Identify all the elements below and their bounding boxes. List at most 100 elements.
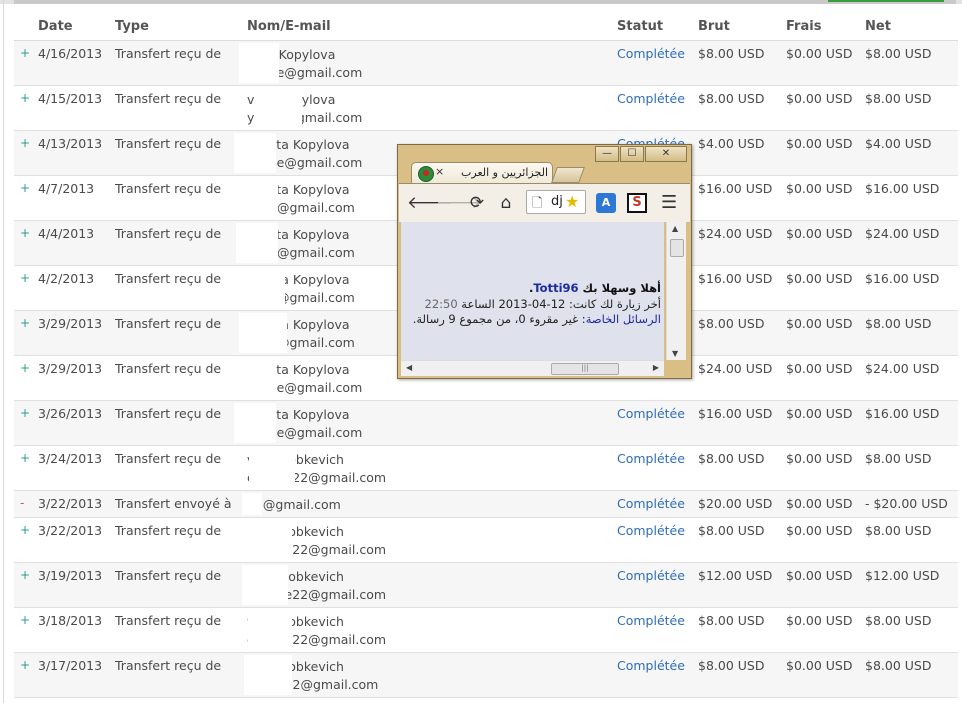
redaction-mask xyxy=(239,43,279,83)
table-row[interactable]: +3/22/2013 Transfert reçu de veta Dobkevic… xyxy=(14,518,958,563)
page-icon: 🗋 xyxy=(532,196,543,211)
minimize-button[interactable]: — xyxy=(595,146,619,162)
scroll-right-icon[interactable]: ▶ xyxy=(653,363,659,372)
table-row[interactable]: +3/17/2013 Transfert reçu de veta Dobkevic… xyxy=(14,653,958,698)
expand-toggle[interactable]: + xyxy=(20,226,30,240)
fee-cell: $0.00 USD xyxy=(786,91,853,106)
address-text: dj xyxy=(551,194,563,209)
date-cell: 4/7/2013 xyxy=(38,181,95,196)
status-link[interactable]: Complétée xyxy=(617,523,685,538)
header-type[interactable]: Type xyxy=(115,19,149,34)
expand-toggle[interactable]: + xyxy=(20,316,30,330)
redaction-mask xyxy=(248,610,292,650)
gross-cell: $8.00 USD xyxy=(698,46,765,61)
expand-toggle[interactable]: + xyxy=(20,46,30,60)
table-row[interactable]: +3/19/2013 Transfert reçu de veta Dobkevic… xyxy=(14,563,958,608)
header-net[interactable]: Net xyxy=(865,19,891,34)
horizontal-scrollbar[interactable]: ◀ ||| ▶ xyxy=(401,360,664,376)
expand-toggle[interactable]: - xyxy=(20,496,24,510)
window-controls: — ☐ ✕ xyxy=(594,146,687,162)
horizontal-scroll-thumb[interactable]: ||| xyxy=(551,363,619,375)
type-cell: Transfert reçu de xyxy=(115,658,222,673)
expand-toggle[interactable]: + xyxy=(20,361,30,375)
private-messages-link[interactable]: الرسائل الخاصة xyxy=(586,312,661,326)
header-fee[interactable]: Frais xyxy=(786,19,821,34)
header-name-email[interactable]: Nom/E-mail xyxy=(247,19,331,34)
expand-toggle[interactable]: + xyxy=(20,181,30,195)
expand-toggle[interactable]: + xyxy=(20,613,30,627)
net-cell: $8.00 USD xyxy=(865,613,932,628)
scroll-left-icon[interactable]: ◀ xyxy=(406,363,412,372)
net-cell: $8.00 USD xyxy=(865,658,932,673)
expand-toggle[interactable]: + xyxy=(20,271,30,285)
extension-icon[interactable]: S xyxy=(627,193,647,213)
date-cell: 4/13/2013 xyxy=(38,136,103,151)
net-cell: $16.00 USD xyxy=(865,406,940,421)
close-window-button[interactable]: ✕ xyxy=(645,146,687,162)
gross-cell: $8.00 USD xyxy=(698,91,765,106)
popup-browser-window[interactable]: — ☐ ✕ × الجزائريين و العرب 🡐 🡒 ⟳ ⌂ 🗋 dj … xyxy=(397,144,692,379)
last-visit-line: أخر زيارة لك كانت: 12-04-2013 الساعة 22:… xyxy=(425,297,662,311)
tab-close-icon[interactable]: × xyxy=(435,165,444,178)
expand-toggle[interactable]: + xyxy=(20,451,30,465)
redaction-mask xyxy=(246,520,292,560)
fee-cell: $0.00 USD xyxy=(786,271,853,286)
expand-toggle[interactable]: + xyxy=(20,136,30,150)
expand-toggle[interactable]: + xyxy=(20,658,30,672)
reload-icon[interactable]: ⟳ xyxy=(466,192,488,214)
browser-tab[interactable]: × الجزائريين و العرب xyxy=(411,162,553,184)
back-arrow-icon[interactable]: 🡐 xyxy=(407,192,453,214)
table-row[interactable]: -3/22/2013 Transfert envoyé à 88@gmail.com… xyxy=(14,491,958,518)
fee-cell: $0.00 USD xyxy=(786,316,853,331)
username-link[interactable]: Totti96 xyxy=(533,281,578,295)
redaction-mask xyxy=(239,313,287,353)
status-link[interactable]: Complétée xyxy=(617,451,685,466)
status-link[interactable]: Complétée xyxy=(617,568,685,583)
menu-icon[interactable]: ☰ xyxy=(661,192,677,213)
table-row[interactable]: +4/15/2013Transfert reçu deveta Kopylova… xyxy=(14,86,958,131)
date-cell: 3/19/2013 xyxy=(38,568,103,583)
expand-toggle[interactable]: + xyxy=(20,568,30,582)
new-tab-button[interactable] xyxy=(551,167,585,183)
redaction-mask xyxy=(236,178,278,218)
expand-toggle[interactable]: + xyxy=(20,523,30,537)
home-icon[interactable]: ⌂ xyxy=(495,192,517,214)
status-link[interactable]: Complétée xyxy=(617,406,685,421)
star-icon[interactable]: ★ xyxy=(565,192,579,211)
gross-cell: $24.00 USD xyxy=(698,226,773,241)
redaction-mask xyxy=(242,493,262,515)
header-status[interactable]: Statut xyxy=(617,19,663,34)
date-cell: 4/4/2013 xyxy=(38,226,95,241)
header-gross[interactable]: Brut xyxy=(698,19,730,34)
left-edge-line xyxy=(3,0,4,703)
table-row[interactable]: +3/24/2013 Transfert reçu de veta Dobkevic… xyxy=(14,446,958,491)
address-bar[interactable]: 🗋 dj ★ xyxy=(526,190,586,214)
status-link[interactable]: Complétée xyxy=(617,46,685,61)
redaction-mask xyxy=(242,565,288,605)
expand-toggle[interactable]: + xyxy=(20,406,30,420)
gross-cell: $8.00 USD xyxy=(698,613,765,628)
fee-cell: $0.00 USD xyxy=(786,406,853,421)
status-link[interactable]: Complétée xyxy=(617,613,685,628)
vertical-scrollbar[interactable]: ▲ ▼ xyxy=(666,222,686,360)
vertical-scroll-thumb[interactable] xyxy=(670,239,684,257)
status-link[interactable]: Complétée xyxy=(617,496,685,511)
top-bar xyxy=(0,0,962,4)
status-link[interactable]: Complétée xyxy=(617,91,685,106)
redaction-mask xyxy=(234,133,276,173)
table-header: Date Type Nom/E-mail Statut Brut Frais N… xyxy=(14,10,958,41)
scroll-up-icon[interactable]: ▲ xyxy=(672,224,678,233)
status-link[interactable]: Complétée xyxy=(617,658,685,673)
table-row[interactable]: +3/18/2013 Transfert reçu de veta Dobkevic… xyxy=(14,608,958,653)
fee-cell: $0.00 USD xyxy=(786,136,853,151)
last-visit-time: 22:50 xyxy=(424,297,458,311)
expand-toggle[interactable]: + xyxy=(20,91,30,105)
translate-icon[interactable]: A xyxy=(596,193,616,213)
type-cell: Transfert reçu de xyxy=(115,136,222,151)
maximize-button[interactable]: ☐ xyxy=(620,146,644,162)
table-row[interactable]: +4/16/2013 Transfert reçu de veta Kopylova… xyxy=(14,41,958,86)
scroll-down-icon[interactable]: ▼ xyxy=(672,349,678,358)
forward-arrow-icon[interactable]: 🡒 xyxy=(436,192,482,214)
header-date[interactable]: Date xyxy=(38,19,73,34)
table-row[interactable]: +3/26/2013 Transfert reçu de zaveta Kopylo… xyxy=(14,401,958,446)
